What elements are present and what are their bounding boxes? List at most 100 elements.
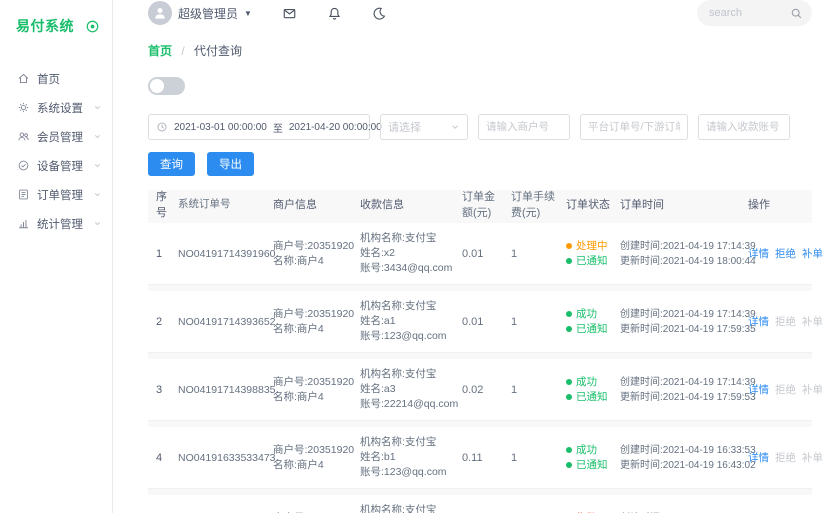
table-row: 4 NO04191633533473 商户号:20351920 名称:商户4 机构名称:… <box>148 427 823 489</box>
payee-line: 机构名称:支付宝 <box>360 368 437 380</box>
status-select[interactable]: 请选择 <box>380 114 468 140</box>
order-no-input[interactable] <box>580 114 688 140</box>
table-row: 5NO04191633536148商户号:20351920名称:商户4机构名称:… <box>148 495 812 513</box>
merchant-line: 名称:商户4 <box>273 458 324 471</box>
merchant-no-input[interactable] <box>478 114 570 140</box>
order-time: 创建时间:2021-04-19 17:14:39 更新时间:2021-04-19 … <box>616 239 756 269</box>
row-index: 1 <box>156 247 163 260</box>
status-badge: 成功 <box>566 307 612 322</box>
payee-line: 姓名:x2 <box>360 247 396 259</box>
action-detail-link[interactable]: 详情 <box>748 450 769 465</box>
action-detail-link[interactable]: 详情 <box>748 314 769 329</box>
toggle-switch[interactable] <box>148 77 185 95</box>
date-start-value: 2021-03-01 00:00:00 <box>174 121 267 133</box>
time-line: 创建时间:2021-04-19 17:14:39 <box>620 308 756 320</box>
system-order-no: NO04191714393652 <box>178 315 276 328</box>
header-actions: 操作 <box>748 198 770 211</box>
mail-icon[interactable] <box>282 6 297 21</box>
header-amount: 订单金额(元) <box>462 190 495 219</box>
caret-down-icon: ▼ <box>244 8 252 18</box>
action-supplement-order-link[interactable]: 补单 <box>802 246 823 261</box>
time-line: 更新时间:2021-04-19 17:59:53 <box>620 391 756 403</box>
order-fee: 1 <box>511 315 518 328</box>
bell-icon[interactable] <box>327 6 342 21</box>
sidebar-item-system-settings[interactable]: 系统设置 <box>0 93 112 122</box>
header-time: 订单时间 <box>620 198 664 211</box>
order-status: 成功 已通知 <box>562 443 616 473</box>
status-badge: 已通知 <box>566 390 612 405</box>
merchant-line: 名称:商户4 <box>273 254 324 267</box>
collapse-sidebar-icon[interactable] <box>85 19 100 34</box>
header-payee: 收款信息 <box>360 198 404 211</box>
sidebar-item-label: 首页 <box>37 73 60 86</box>
payee-info: 机构名称:支付宝 姓名:a3 账号:22214@qq.com <box>356 367 458 412</box>
payee-info: 机构名称:支付宝姓名:b3账号:10086 <box>356 503 458 513</box>
action-reject-link: 拒绝 <box>775 316 796 328</box>
user-menu[interactable]: 超级管理员 ▼ <box>148 1 252 25</box>
export-button[interactable]: 导出 <box>207 152 254 176</box>
merchant-line: 商户号:20351920 <box>273 443 355 456</box>
action-detail-link[interactable]: 详情 <box>748 382 769 397</box>
payee-line: 姓名:a1 <box>360 315 396 327</box>
sidebar-item-device-management[interactable]: 设备管理 <box>0 151 112 180</box>
moon-icon[interactable] <box>372 6 387 21</box>
sidebar-item-statistics-management[interactable]: 统计管理 <box>0 209 112 238</box>
main-area: 超级管理员 ▼ 首页 / 代付 <box>113 0 827 513</box>
button-row: 查询 导出 <box>148 152 812 176</box>
order-amount: 0.11 <box>462 451 483 464</box>
system-order-no: NO04191633533473 <box>178 451 276 464</box>
filter-bar: 2021-03-01 00:00:00 至 2021-04-20 00:00:0… <box>148 114 812 140</box>
row-index: 3 <box>156 383 163 396</box>
payee-line: 姓名:b1 <box>360 451 396 463</box>
breadcrumb-current: 代付查询 <box>194 44 243 58</box>
payee-info: 机构名称:支付宝 姓名:a1 账号:123@qq.com <box>356 299 458 344</box>
toggle-knob <box>150 79 164 93</box>
search-icon[interactable] <box>790 7 803 20</box>
sidebar-item-member-management[interactable]: 会员管理 <box>0 122 112 151</box>
time-line: 更新时间:2021-04-19 17:59:35 <box>620 323 756 335</box>
payee-account-input[interactable] <box>698 114 790 140</box>
time-line: 创建时间:2021-04-19 16:33:53 <box>620 444 756 456</box>
system-order-no: NO04191714398835 <box>178 383 276 396</box>
breadcrumb: 首页 / 代付查询 <box>148 42 812 59</box>
chevron-down-icon <box>93 190 102 199</box>
merchant-info: 商户号:20351920 名称:商户4 <box>269 443 356 473</box>
merchant-line: 商户号:20351920 <box>273 307 355 320</box>
status-badge: 成功 <box>566 443 612 458</box>
chevron-down-icon <box>93 219 102 228</box>
action-reject-link: 拒绝 <box>775 384 796 396</box>
breadcrumb-home-link[interactable]: 首页 <box>148 44 172 58</box>
table-row: 2 NO04191714393652 商户号:20351920 名称:商户4 机构名称:… <box>148 291 823 353</box>
time-line: 更新时间:2021-04-19 16:43:02 <box>620 459 756 471</box>
chevron-down-icon <box>93 161 102 170</box>
merchant-info: 商户号:20351920 名称:商户4 <box>269 307 356 337</box>
status-text: 成功 <box>576 375 597 388</box>
action-supplement-order-link: 补单 <box>802 316 823 328</box>
query-button[interactable]: 查询 <box>148 152 195 176</box>
breadcrumb-separator: / <box>181 44 185 58</box>
order-status: 成功 已通知 <box>562 375 616 405</box>
app-window: 易付系统 首页 系统设置 会员管理 设备管理 订单管理 统计管理 超级管理员 ▼… <box>0 0 827 513</box>
payee-line: 机构名称:支付宝 <box>360 436 437 448</box>
status-badge: 已通知 <box>566 254 612 269</box>
sidebar-item-order-management[interactable]: 订单管理 <box>0 180 112 209</box>
stats-chart-icon <box>17 217 30 230</box>
status-text: 成功 <box>576 307 597 320</box>
date-range-picker[interactable]: 2021-03-01 00:00:00 至 2021-04-20 00:00:0… <box>148 114 382 140</box>
header-fee: 订单手续费(元) <box>511 190 555 219</box>
merchant-line: 名称:商户4 <box>273 322 324 335</box>
payee-line: 账号:3434@qq.com <box>360 262 453 274</box>
home-icon <box>17 72 30 85</box>
sidebar-item-label: 设备管理 <box>37 160 83 173</box>
row-actions: 详情拒绝补单补发 <box>744 314 827 329</box>
order-amount: 0.02 <box>462 383 484 396</box>
payee-info: 机构名称:支付宝 姓名:x2 账号:3434@qq.com <box>356 231 458 276</box>
sidebar-item-home[interactable]: 首页 <box>0 64 112 93</box>
search-input[interactable] <box>709 7 790 19</box>
status-dot-icon <box>566 379 572 385</box>
time-line: 创建时间:2021-04-19 17:14:39 <box>620 240 756 252</box>
action-reject-link[interactable]: 拒绝 <box>775 246 796 261</box>
order-amount: 0.01 <box>462 315 484 328</box>
app-logo: 易付系统 <box>16 18 74 34</box>
action-detail-link[interactable]: 详情 <box>748 246 769 261</box>
